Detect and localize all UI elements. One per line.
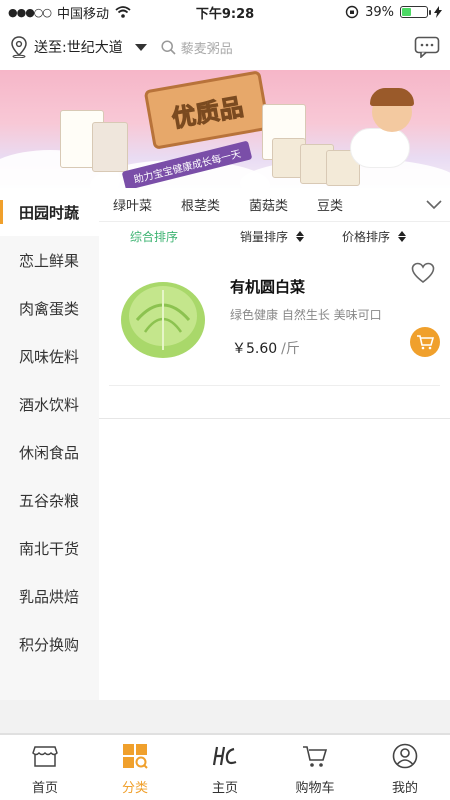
charging-icon <box>434 6 442 18</box>
sort-arrows-icon <box>296 230 305 242</box>
add-to-cart-button[interactable] <box>410 327 440 357</box>
tab-label: 分类 <box>121 781 148 796</box>
sort-sales-button[interactable]: 销量排序 <box>240 228 305 245</box>
category-item[interactable]: 肉禽蛋类 <box>0 284 99 332</box>
product-description: 绿色健康 自然生长 美味可口 <box>230 308 382 322</box>
sign-text: 优质品 <box>169 92 246 133</box>
category-item[interactable]: 酒水饮料 <box>0 380 99 428</box>
tab-home[interactable]: 首页 <box>0 735 90 800</box>
tab-label: 主页 <box>211 781 238 796</box>
top-header: 送至:世纪大道 藜麦粥品 <box>0 24 450 70</box>
sort-price-button[interactable]: 价格排序 <box>342 228 407 245</box>
signal-dots-icon: ●●●○○ <box>8 5 52 19</box>
category-item[interactable]: 田园时蔬 <box>0 188 99 236</box>
tab-profile[interactable]: 我的 <box>360 735 450 800</box>
subcategory-tab[interactable]: 菌菇类 <box>249 195 288 214</box>
category-item[interactable]: 五谷杂粮 <box>0 476 99 524</box>
category-label: 酒水饮料 <box>19 395 80 414</box>
carrier-label: 中国移动 <box>57 6 110 22</box>
category-label: 积分换购 <box>19 635 80 654</box>
wifi-icon <box>115 6 131 18</box>
category-item[interactable]: 乳品烘焙 <box>0 572 99 620</box>
category-item[interactable]: 积分换购 <box>0 620 99 668</box>
search-input[interactable]: 藜麦粥品 <box>161 38 414 57</box>
sort-arrows-icon <box>398 230 407 242</box>
tab-category[interactable]: 分类 <box>90 735 180 800</box>
category-item[interactable]: 休闲食品 <box>0 428 99 476</box>
sort-sales-label: 销量排序 <box>240 229 289 244</box>
sort-default-button[interactable]: 综合排序 <box>130 228 178 245</box>
search-placeholder: 藜麦粥品 <box>180 41 233 57</box>
baby-illustration <box>350 128 410 168</box>
category-label: 休闲食品 <box>19 443 80 462</box>
search-icon <box>161 39 176 55</box>
promo-banner[interactable]: 优质品 助力宝宝健康成长每一天 <box>0 70 450 188</box>
battery-icon <box>400 6 431 18</box>
product-price: ￥5.60/斤 <box>232 338 300 358</box>
sort-price-label: 价格排序 <box>342 229 391 244</box>
message-icon[interactable] <box>414 36 440 58</box>
category-label: 五谷杂粮 <box>19 491 80 510</box>
subcategory-tab[interactable]: 豆类 <box>317 195 343 214</box>
status-bar: ●●●○○ 中国移动 下午9:28 39% <box>0 0 450 24</box>
price-unit: /斤 <box>281 341 300 357</box>
cart-icon <box>417 335 434 350</box>
category-item[interactable]: 南北干货 <box>0 524 99 572</box>
product-card[interactable]: 有机圆白菜 绿色健康 自然生长 美味可口 ￥5.60/斤 <box>109 252 440 386</box>
bottom-tab-bar: 首页 分类 主页 购物车 我的 <box>0 733 450 800</box>
chevron-down-icon[interactable] <box>426 199 442 210</box>
category-item[interactable]: 恋上鲜果 <box>0 236 99 284</box>
category-label: 乳品烘焙 <box>19 587 80 606</box>
chevron-down-icon[interactable] <box>134 43 147 51</box>
product-package-image <box>92 122 128 172</box>
location-pin-icon[interactable] <box>10 36 28 58</box>
baby-hair-illustration <box>370 88 414 106</box>
list-divider <box>99 418 450 419</box>
tab-main[interactable]: 主页 <box>180 735 270 800</box>
orientation-lock-icon <box>345 5 359 19</box>
delivery-address[interactable]: 送至:世纪大道 <box>34 37 123 57</box>
tab-label: 我的 <box>391 781 418 796</box>
subcategory-tab[interactable]: 根茎类 <box>181 195 220 214</box>
category-sidebar: 田园时蔬 恋上鲜果 肉禽蛋类 风味佐料 酒水饮料 休闲食品 五谷杂粮 南北干货 … <box>0 188 99 700</box>
brand-logo-icon <box>212 743 238 769</box>
category-label: 肉禽蛋类 <box>19 299 80 318</box>
category-label: 风味佐料 <box>19 347 80 366</box>
cabbage-image <box>121 282 205 358</box>
store-icon <box>32 743 58 769</box>
subcategory-tabs: 绿叶菜 根茎类 菌菇类 豆类 <box>99 188 450 222</box>
category-label: 恋上鲜果 <box>19 251 80 270</box>
battery-percent: 39% <box>365 4 394 20</box>
category-item[interactable]: 风味佐料 <box>0 332 99 380</box>
tab-label: 首页 <box>31 781 58 796</box>
profile-icon <box>392 743 418 769</box>
subcategory-tab[interactable]: 绿叶菜 <box>113 195 152 214</box>
category-label: 南北干货 <box>19 539 80 558</box>
tab-cart[interactable]: 购物车 <box>270 735 360 800</box>
category-label: 田园时蔬 <box>19 203 80 222</box>
cart-icon <box>302 743 328 769</box>
product-name: 有机圆白菜 <box>230 278 306 296</box>
quality-sign: 优质品 <box>143 70 271 150</box>
tab-label: 购物车 <box>295 781 335 796</box>
price-value: ￥5.60 <box>232 341 278 357</box>
sort-bar: 综合排序 销量排序 价格排序 <box>99 222 450 250</box>
favorite-heart-icon[interactable] <box>411 262 435 284</box>
category-icon <box>122 743 148 769</box>
bottom-spacer <box>0 700 450 733</box>
